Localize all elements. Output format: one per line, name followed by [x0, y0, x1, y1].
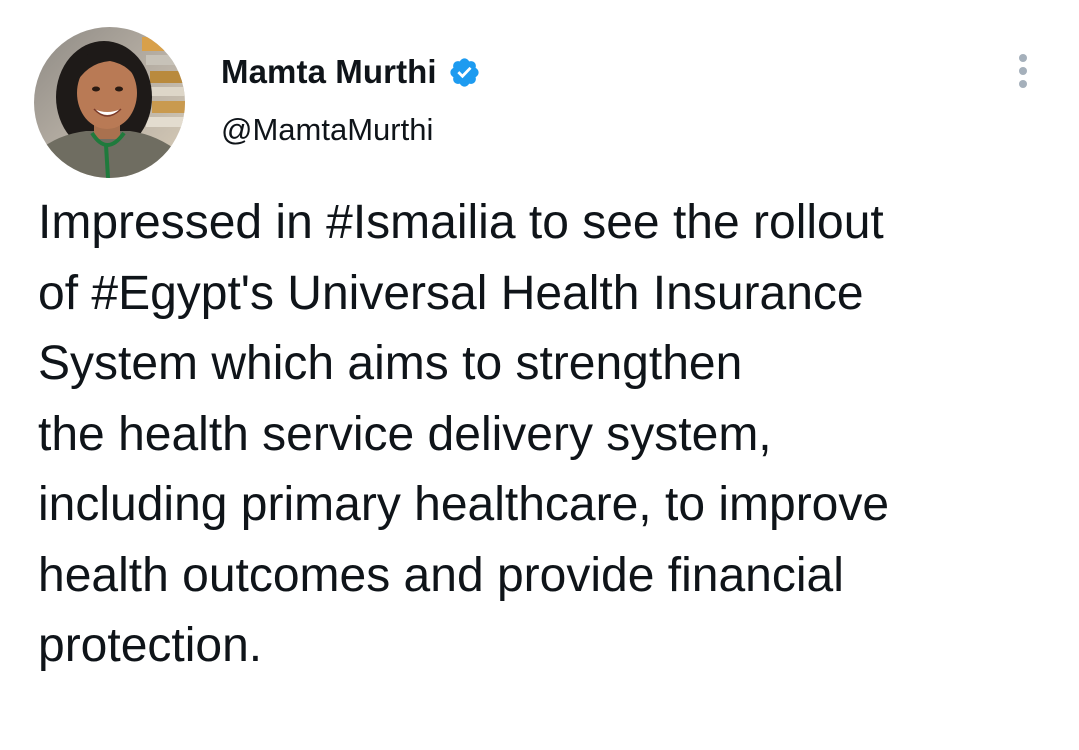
author-handle[interactable]: @MamtaMurthi	[221, 112, 433, 148]
more-options-icon	[1019, 54, 1027, 88]
tweet-text-line: Impressed in #Ismailia to see the rollou…	[38, 196, 884, 249]
tweet-text-line: the health service delivery system,	[38, 407, 772, 461]
tweet-text-line: of #Egypt's Universal Health Insurance	[38, 266, 864, 320]
tweet-text-line: health outcomes and provide financial	[38, 548, 844, 602]
author-header: Mamta Murthi	[221, 50, 481, 94]
tweet-text-line: System which aims to strengthen	[38, 337, 743, 390]
tweet-text: Impressed in #Ismailia to see the rollou…	[38, 188, 1068, 682]
verified-badge-icon	[448, 56, 481, 89]
author-name[interactable]: Mamta Murthi	[221, 53, 437, 91]
author-avatar[interactable]	[34, 27, 185, 178]
avatar-photo	[34, 27, 185, 178]
tweet-card: Mamta Murthi @MamtaMurthi Impressed in #…	[0, 0, 1079, 750]
tweet-text-line: including primary healthcare, to improve	[38, 478, 890, 531]
tweet-text-line: protection.	[38, 619, 263, 672]
more-options-button[interactable]	[1006, 50, 1040, 94]
